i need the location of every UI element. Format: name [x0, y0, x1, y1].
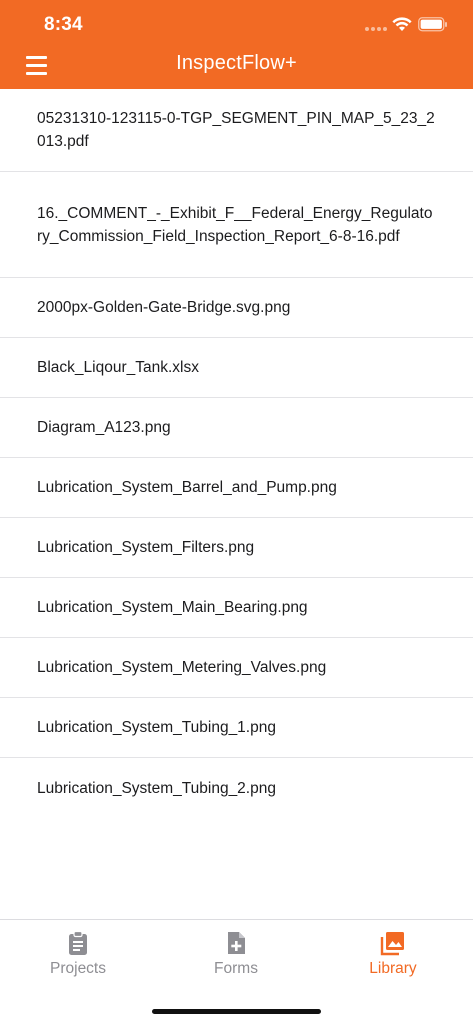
- clipboard-icon: [69, 930, 87, 955]
- status-bar: 8:34: [0, 0, 473, 50]
- file-name: Black_Liqour_Tank.xlsx: [37, 359, 199, 376]
- app-screen: 8:34 InspectFlow+ 05231310-123115-0-TGP_…: [0, 0, 473, 1024]
- file-name: Lubrication_System_Tubing_2.png: [37, 779, 276, 797]
- wifi-icon: [392, 17, 412, 31]
- file-name: Lubrication_System_Metering_Valves.png: [37, 659, 327, 676]
- list-item[interactable]: 05231310-123115-0-TGP_SEGMENT_PIN_MAP_5_…: [0, 89, 473, 172]
- status-time: 8:34: [44, 14, 83, 35]
- file-name: Lubrication_System_Filters.png: [37, 539, 255, 556]
- home-indicator: [152, 1009, 321, 1014]
- list-item[interactable]: Lubrication_System_Main_Bearing.png: [0, 578, 473, 638]
- file-name: 16._COMMENT_-_Exhibit_F__Federal_Energy_…: [37, 204, 433, 245]
- list-item[interactable]: Lubrication_System_Tubing_1.png: [0, 698, 473, 758]
- tab-forms[interactable]: Forms: [176, 930, 296, 978]
- file-name: 05231310-123115-0-TGP_SEGMENT_PIN_MAP_5_…: [37, 110, 435, 150]
- photo-library-icon: [380, 932, 404, 956]
- tab-label: Projects: [50, 960, 106, 977]
- tab-library[interactable]: Library: [333, 930, 453, 978]
- list-item[interactable]: 16._COMMENT_-_Exhibit_F__Federal_Energy_…: [0, 172, 473, 278]
- page-title: InspectFlow+: [176, 52, 297, 74]
- list-item[interactable]: Lubrication_System_Barrel_and_Pump.png: [0, 458, 473, 518]
- file-name: 2000px-Golden-Gate-Bridge.svg.png: [37, 299, 291, 316]
- file-name: Lubrication_System_Barrel_and_Pump.png: [37, 479, 337, 496]
- file-name: Lubrication_System_Tubing_1.png: [37, 719, 276, 736]
- file-list: 05231310-123115-0-TGP_SEGMENT_PIN_MAP_5_…: [0, 89, 473, 818]
- tab-label: Library: [369, 960, 417, 977]
- list-item[interactable]: Lubrication_System_Tubing_2.png: [0, 758, 473, 818]
- add-document-icon: [228, 932, 245, 954]
- tab-projects[interactable]: Projects: [18, 930, 138, 978]
- file-name: Lubrication_System_Main_Bearing.png: [37, 599, 308, 616]
- tab-label: Forms: [214, 960, 258, 977]
- file-name: Diagram_A123.png: [37, 419, 171, 436]
- list-item[interactable]: 2000px-Golden-Gate-Bridge.svg.png: [0, 278, 473, 338]
- list-item[interactable]: Diagram_A123.png: [0, 398, 473, 458]
- app-header: 8:34 InspectFlow+: [0, 0, 473, 89]
- cellular-signal-icon: [365, 27, 387, 31]
- list-item[interactable]: Black_Liqour_Tank.xlsx: [0, 338, 473, 398]
- list-item[interactable]: Lubrication_System_Filters.png: [0, 518, 473, 578]
- battery-icon: [418, 17, 447, 32]
- list-item[interactable]: Lubrication_System_Metering_Valves.png: [0, 638, 473, 698]
